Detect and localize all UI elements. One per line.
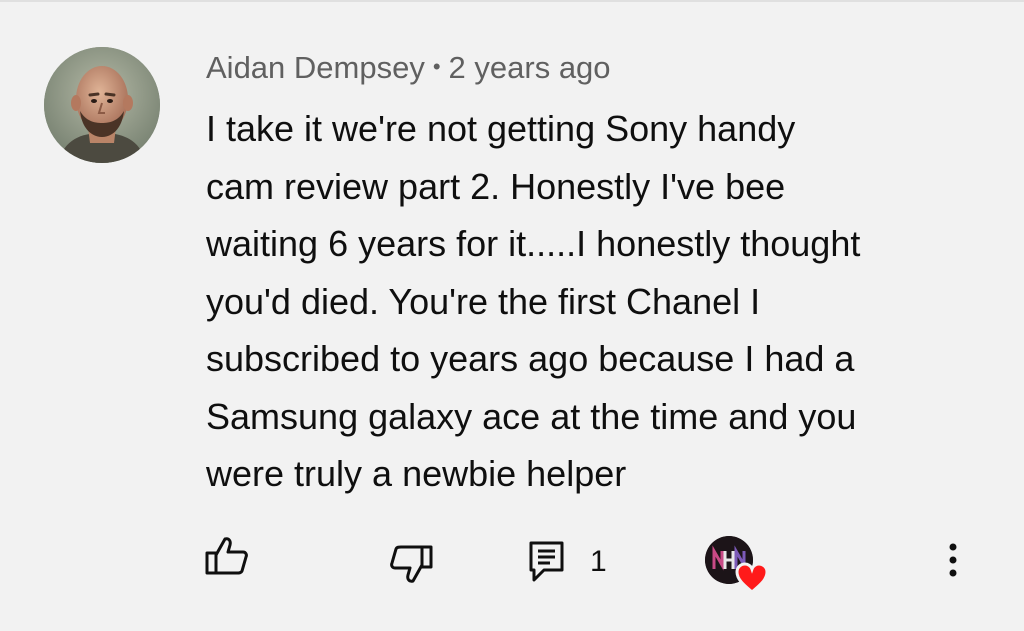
meta-separator: • [432,53,441,79]
comment-text: I take it we're not getting Sony handy c… [206,100,966,503]
author-name[interactable]: Aidan Dempsey [206,50,425,85]
more-options-button[interactable] [938,540,968,580]
comment-timestamp[interactable]: 2 years ago [449,50,611,85]
top-divider [0,0,1024,2]
comment-meta: Aidan Dempsey • 2 years ago [206,48,611,90]
comment-line: you'd died. You're the first Chanel I [206,280,761,322]
comment-action-bar: 1 [0,530,1024,590]
creator-heart-icon [735,562,769,594]
avatar-portrait-image [44,47,160,163]
thumb-down-icon [390,545,433,583]
comment-line: cam review part 2. Honestly I've bee [206,165,786,207]
reply-count: 1 [590,545,607,578]
comment-line: subscribed to years ago because I had a [206,338,855,379]
comment-reply-icon [529,541,564,582]
reply-button[interactable]: 1 [528,540,607,584]
creator-heart-badge[interactable] [705,536,769,594]
thumb-up-icon [205,537,248,575]
author-avatar[interactable] [44,47,160,163]
dislike-button[interactable] [388,544,434,584]
comment-line: were truly a newbie helper [206,453,627,494]
more-vertical-icon [949,543,957,577]
comment-line: Samsung galaxy ace at the time and you [206,395,857,437]
like-button[interactable] [204,536,250,576]
comment-line: I take it we're not getting Sony handy [206,108,796,149]
comment-line: waiting 6 years for it.....I honestly th… [206,223,861,264]
